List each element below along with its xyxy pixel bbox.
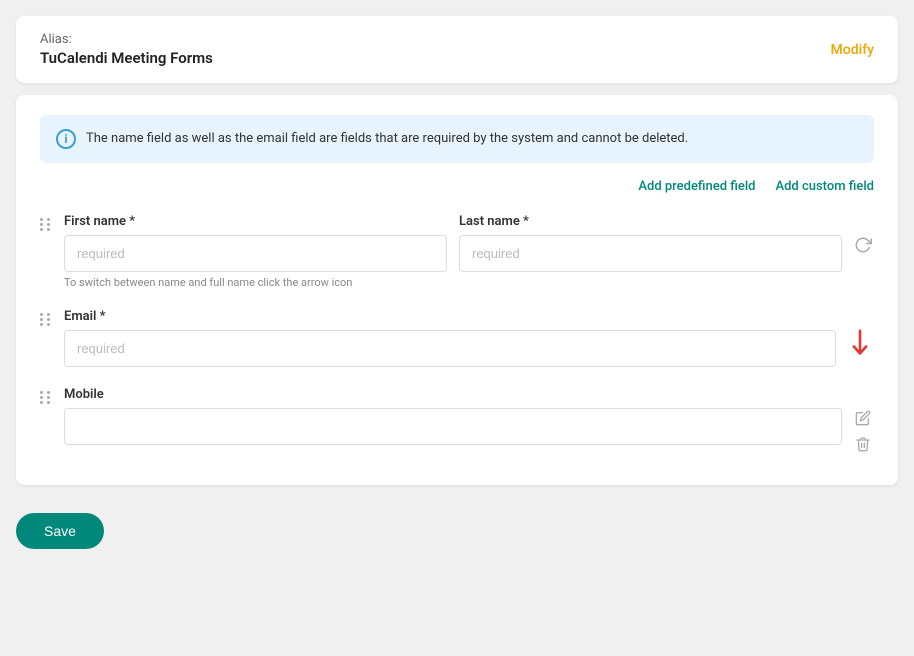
main-card: i The name field as well as the email fi… <box>16 95 898 485</box>
last-name-wrapper: Last name * <box>459 214 842 272</box>
add-custom-field-link[interactable]: Add custom field <box>775 179 874 194</box>
email-field-row: Email * <box>40 309 874 367</box>
info-icon: i <box>56 129 76 149</box>
name-drag-handle[interactable] <box>40 214 64 231</box>
mobile-drag-handle[interactable] <box>40 387 64 404</box>
add-predefined-field-link[interactable]: Add predefined field <box>638 179 755 194</box>
name-field-row: First name * Last name * To switch betwe… <box>40 214 874 289</box>
trash-icon[interactable] <box>852 433 874 455</box>
mobile-field-content: Mobile <box>64 387 842 445</box>
name-field-content: First name * Last name * To switch betwe… <box>64 214 842 289</box>
down-arrow-icon[interactable] <box>846 329 874 357</box>
first-name-input[interactable] <box>64 235 447 272</box>
save-button[interactable]: Save <box>16 513 104 549</box>
mobile-label: Mobile <box>64 387 842 402</box>
info-text: The name field as well as the email fiel… <box>86 129 688 149</box>
footer: Save <box>16 497 898 557</box>
email-field-content: Email * <box>64 309 836 367</box>
name-field-actions <box>842 214 874 256</box>
name-fields-group: First name * Last name * <box>64 214 842 272</box>
email-drag-handle[interactable] <box>40 309 64 326</box>
page-wrapper: Alias: TuCalendi Meeting Forms Modify i … <box>16 16 898 557</box>
first-name-wrapper: First name * <box>64 214 447 272</box>
email-label: Email * <box>64 309 836 324</box>
email-field-actions <box>836 309 874 357</box>
alias-label: Alias: <box>40 32 213 47</box>
switch-hint: To switch between name and full name cli… <box>64 276 842 289</box>
email-input[interactable] <box>64 330 836 367</box>
alias-info: Alias: TuCalendi Meeting Forms <box>40 32 213 67</box>
fields-container: First name * Last name * To switch betwe… <box>40 214 874 455</box>
first-name-label: First name * <box>64 214 447 229</box>
mobile-input[interactable] <box>64 408 842 445</box>
modify-link[interactable]: Modify <box>831 42 874 58</box>
alias-card: Alias: TuCalendi Meeting Forms Modify <box>16 16 898 83</box>
action-links: Add predefined field Add custom field <box>40 179 874 194</box>
alias-name: TuCalendi Meeting Forms <box>40 49 213 67</box>
pencil-icon[interactable] <box>852 407 874 429</box>
mobile-field-row: Mobile <box>40 387 874 455</box>
last-name-input[interactable] <box>459 235 842 272</box>
rotate-icon[interactable] <box>852 234 874 256</box>
last-name-label: Last name * <box>459 214 842 229</box>
mobile-field-actions <box>842 387 874 455</box>
info-banner: i The name field as well as the email fi… <box>40 115 874 163</box>
